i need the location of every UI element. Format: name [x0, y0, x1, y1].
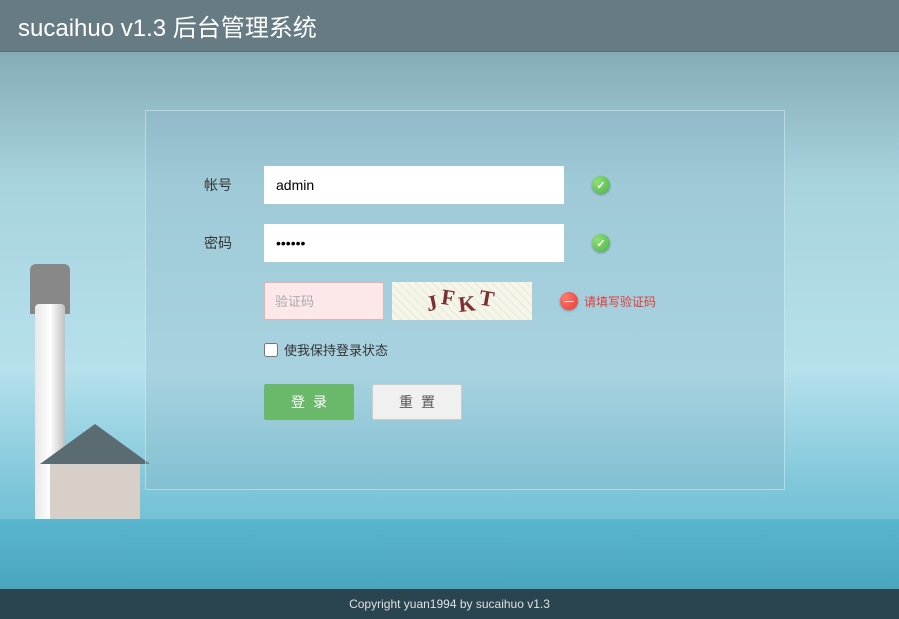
- password-input[interactable]: [264, 224, 564, 262]
- password-label: 密码: [204, 233, 264, 253]
- username-status: ✓: [592, 176, 610, 194]
- reset-button[interactable]: 重置: [372, 384, 462, 420]
- house-roof-decoration: [40, 424, 150, 464]
- password-row: 密码 ✓: [146, 224, 784, 262]
- remember-checkbox[interactable]: [264, 343, 278, 357]
- captcha-row: JFKT — 请填写验证码: [146, 282, 784, 320]
- captcha-image[interactable]: JFKT: [392, 282, 532, 320]
- footer: Copyright yuan1994 by sucaihuo v1.3: [0, 589, 899, 619]
- error-icon: —: [560, 292, 578, 310]
- password-status: ✓: [592, 234, 610, 252]
- captcha-input[interactable]: [264, 282, 384, 320]
- username-row: 帐号 ✓: [146, 166, 784, 204]
- captcha-status: — 请填写验证码: [560, 292, 656, 310]
- check-icon: ✓: [592, 234, 610, 252]
- header-bar: sucaihuo v1.3 后台管理系统: [0, 0, 899, 52]
- login-panel: 帐号 ✓ 密码 ✓ JFKT — 请填写验证码 使我保持登录状态 登录 重置: [145, 110, 785, 490]
- button-row: 登录 重置: [146, 384, 784, 420]
- captcha-error-text: 请填写验证码: [584, 293, 656, 310]
- water-decoration: [0, 519, 899, 589]
- remember-row: 使我保持登录状态: [146, 340, 784, 359]
- remember-label: 使我保持登录状态: [284, 340, 388, 359]
- username-input[interactable]: [264, 166, 564, 204]
- username-label: 帐号: [204, 175, 264, 195]
- login-button[interactable]: 登录: [264, 384, 354, 420]
- check-icon: ✓: [592, 176, 610, 194]
- copyright-text: Copyright yuan1994 by sucaihuo v1.3: [349, 597, 550, 611]
- app-title: sucaihuo v1.3 后台管理系统: [18, 8, 317, 43]
